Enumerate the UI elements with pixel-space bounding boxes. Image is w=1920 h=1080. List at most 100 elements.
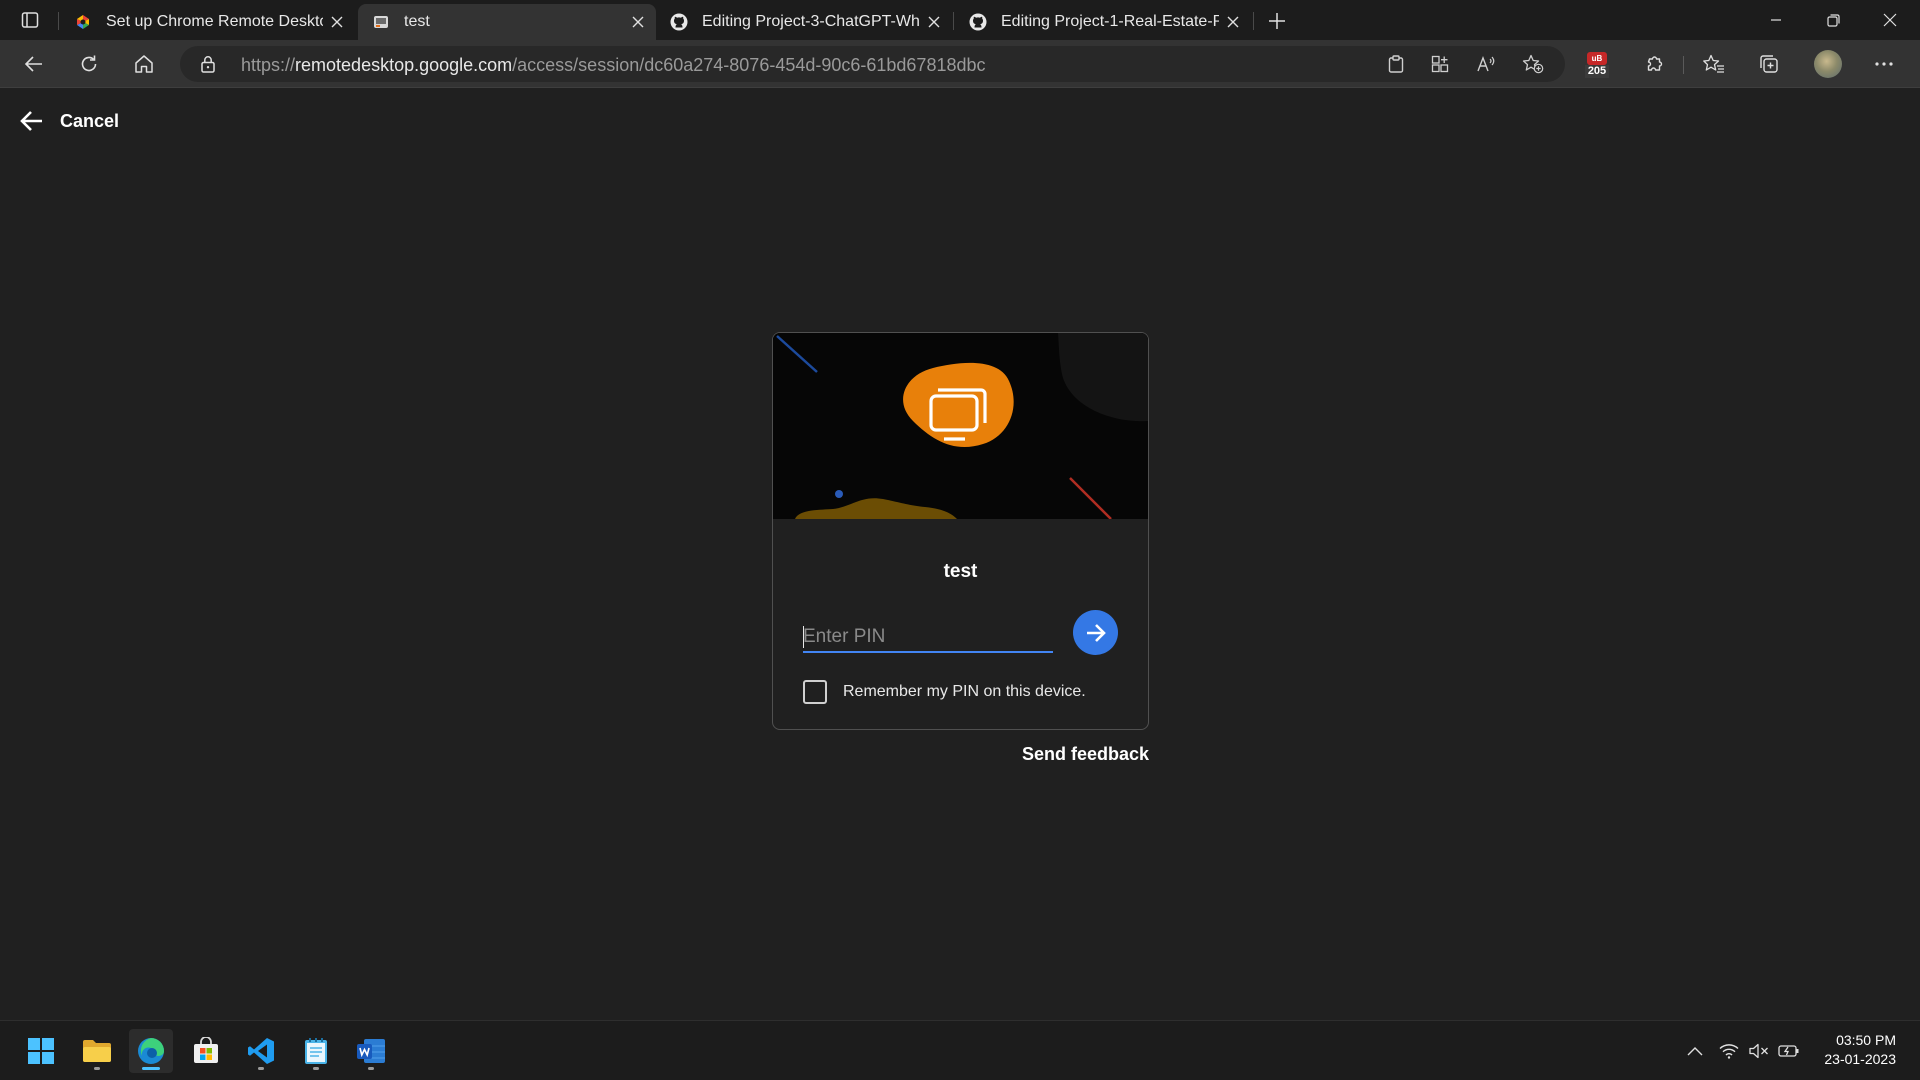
github-icon [670, 13, 688, 31]
system-clock[interactable]: 03:50 PM 23-01-2023 [1824, 1031, 1896, 1069]
refresh-icon [81, 55, 97, 72]
cancel-button[interactable]: Cancel [20, 109, 119, 133]
chevron-up-icon [1687, 1047, 1703, 1056]
restore-button[interactable] [1805, 0, 1861, 40]
refresh-button[interactable] [71, 48, 107, 80]
edge-icon [138, 1038, 164, 1064]
minimize-button[interactable] [1748, 0, 1804, 40]
url-path: /access/session/dc60a274-8076-454d-90c6-… [512, 55, 986, 75]
tab-close-button[interactable] [920, 8, 948, 36]
close-icon [928, 16, 940, 28]
remember-pin-label: Remember my PIN on this device. [843, 683, 1086, 700]
close-window-button[interactable] [1862, 0, 1918, 40]
tab-close-button[interactable] [323, 8, 351, 36]
plus-icon [1269, 13, 1285, 29]
tab-separator [1253, 12, 1254, 30]
remember-pin-option[interactable]: Remember my PIN on this device. [803, 679, 1086, 705]
taskbar-edge[interactable] [129, 1029, 173, 1073]
extension-badge-count: 205 [1585, 65, 1609, 78]
tab-title: Editing Project-3-ChatGPT-WhatsApp [702, 13, 920, 30]
lock-icon[interactable] [200, 55, 216, 78]
text-caret [803, 626, 804, 648]
collections-icon [1760, 55, 1778, 73]
active-indicator [142, 1067, 160, 1070]
page-content: Cancel test Remember my PIN on this devi… [0, 89, 1920, 1020]
tab-title: Editing Project-1-Real-Estate-Price [1001, 13, 1219, 30]
read-aloud-icon[interactable] [1472, 52, 1500, 76]
new-tab-button[interactable] [1262, 6, 1292, 36]
taskbar-word[interactable] [349, 1029, 393, 1073]
github-icon [969, 13, 987, 31]
tab-separator [58, 12, 59, 30]
url-scheme: https:// [241, 55, 296, 75]
running-indicator [258, 1067, 264, 1070]
clock-time: 03:50 PM [1836, 1032, 1896, 1048]
profile-avatar[interactable] [1814, 50, 1842, 78]
address-bar[interactable]: https://remotedesktop.google.com/access/… [180, 46, 1565, 82]
settings-more-button[interactable] [1866, 48, 1902, 80]
chrome-remote-desktop-icon [74, 13, 92, 31]
running-indicator [94, 1067, 100, 1070]
close-icon [1227, 16, 1239, 28]
favorites-button[interactable] [1696, 48, 1732, 80]
clock-date: 23-01-2023 [1824, 1051, 1896, 1067]
running-indicator [368, 1067, 374, 1070]
show-hidden-icons-button[interactable] [1683, 1039, 1707, 1063]
taskbar-file-explorer[interactable] [75, 1029, 119, 1073]
microsoft-store-icon [194, 1037, 218, 1063]
tab-github-project-3[interactable]: Editing Project-3-ChatGPT-WhatsApp [656, 4, 952, 40]
url-host: remotedesktop.google.com [295, 55, 513, 75]
ublock-icon: uB [1587, 52, 1607, 65]
battery-charging-icon [1778, 1045, 1799, 1057]
close-icon [331, 16, 343, 28]
tab-close-button[interactable] [624, 8, 652, 36]
word-icon [357, 1039, 385, 1063]
wifi-icon [1719, 1044, 1739, 1059]
extensions-button[interactable] [1636, 48, 1672, 80]
tab-close-button[interactable] [1219, 8, 1247, 36]
ublock-extension-button[interactable]: uB 205 [1583, 52, 1611, 78]
battery-status[interactable] [1777, 1039, 1801, 1063]
arrow-left-icon [24, 56, 42, 72]
wifi-status[interactable] [1717, 1039, 1741, 1063]
url-text: https://remotedesktop.google.com/access/… [241, 55, 986, 76]
volume-status[interactable] [1747, 1039, 1771, 1063]
taskbar-microsoft-store[interactable] [184, 1029, 228, 1073]
file-explorer-icon [83, 1040, 111, 1062]
tab-chrome-remote-desktop-setup[interactable]: Set up Chrome Remote Desktop [60, 4, 355, 40]
pin-input[interactable] [803, 623, 1053, 653]
tab-test-session[interactable]: test [358, 4, 656, 40]
taskbar-notepad[interactable] [294, 1029, 338, 1073]
arrow-left-icon [20, 111, 42, 131]
remember-pin-checkbox[interactable] [803, 680, 827, 704]
clipboard-icon[interactable] [1382, 52, 1410, 76]
app-available-icon[interactable] [1426, 52, 1454, 76]
home-button[interactable] [126, 48, 162, 80]
tab-actions-button[interactable] [14, 8, 46, 32]
pin-card: test Remember my PIN on this device. [772, 332, 1149, 730]
home-icon [135, 55, 153, 73]
vscode-icon [248, 1038, 274, 1064]
favorites-icon [1703, 54, 1724, 73]
tab-title: Set up Chrome Remote Desktop [106, 13, 323, 30]
submit-pin-button[interactable] [1073, 610, 1118, 655]
tab-title: test [404, 13, 430, 30]
close-icon [1883, 13, 1897, 27]
start-button[interactable] [19, 1029, 63, 1073]
minimize-icon [1771, 19, 1781, 21]
back-button[interactable] [16, 48, 52, 80]
collections-button[interactable] [1751, 48, 1787, 80]
remote-desktop-page-icon [372, 13, 390, 31]
windows-taskbar: 03:50 PM 23-01-2023 [0, 1020, 1920, 1080]
notepad-icon [305, 1038, 327, 1064]
add-favorite-icon[interactable] [1519, 52, 1547, 76]
tab-github-project-1[interactable]: Editing Project-1-Real-Estate-Price [955, 4, 1251, 40]
toolbar-separator [1683, 56, 1684, 74]
close-icon [632, 16, 644, 28]
tab-strip: Set up Chrome Remote Desktop test Editin… [0, 0, 1920, 40]
more-horizontal-icon [1875, 62, 1893, 66]
arrow-right-icon [1086, 623, 1106, 642]
taskbar-vscode[interactable] [239, 1029, 283, 1073]
restore-icon [1826, 13, 1840, 27]
send-feedback-link[interactable]: Send feedback [1022, 744, 1149, 765]
